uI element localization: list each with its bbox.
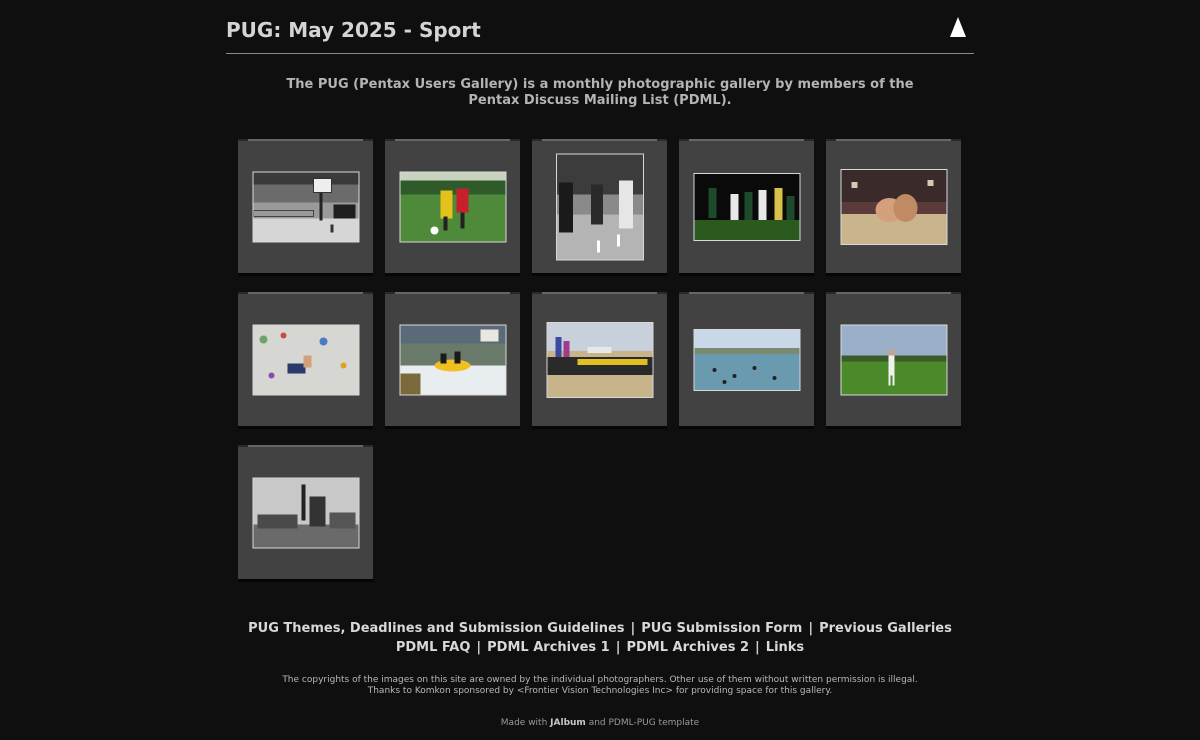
thumbnail-football[interactable] bbox=[679, 139, 814, 276]
industrial-landscape-photo bbox=[252, 477, 359, 549]
link-links[interactable]: Links bbox=[766, 640, 804, 655]
link-themes-guidelines[interactable]: PUG Themes, Deadlines and Submission Gui… bbox=[248, 621, 624, 636]
open-water-swimming-photo bbox=[693, 329, 800, 391]
running-race-photo bbox=[555, 153, 644, 261]
copyright-notice: The copyrights of the images on this sit… bbox=[226, 675, 974, 697]
footer-nav: PUG Themes, Deadlines and Submission Gui… bbox=[226, 619, 974, 657]
link-submission-form[interactable]: PUG Submission Form bbox=[641, 621, 802, 636]
thumbnail-swimming[interactable] bbox=[679, 292, 814, 429]
page-title: PUG: May 2025 - Sport bbox=[226, 18, 481, 42]
separator: | bbox=[476, 640, 482, 655]
copyright-line-1: The copyrights of the images on this sit… bbox=[282, 675, 918, 685]
soccer-photo bbox=[399, 171, 506, 243]
made-with-suffix: and PDML-PUG template bbox=[588, 718, 700, 728]
whitewater-rafting-photo bbox=[399, 324, 506, 396]
separator: | bbox=[630, 621, 636, 636]
thumbnail-grid bbox=[238, 139, 968, 589]
intro-line-2: Pentax Discuss Mailing List (PDML). bbox=[468, 93, 732, 108]
link-pdml-archives-2[interactable]: PDML Archives 2 bbox=[626, 640, 749, 655]
up-arrow-icon[interactable] bbox=[950, 17, 966, 37]
footer-nav-line-1: PUG Themes, Deadlines and Submission Gui… bbox=[226, 619, 974, 638]
page: PUG: May 2025 - Sport The PUG (Pentax Us… bbox=[226, 0, 974, 728]
thumbnail-race-start[interactable] bbox=[532, 292, 667, 429]
basketball-hoop-photo bbox=[252, 171, 359, 243]
thumbnail-basketball[interactable] bbox=[238, 139, 373, 276]
copyright-line-2: Thanks to Komkon sponsored by <Frontier … bbox=[367, 686, 833, 696]
thumbnail-soccer[interactable] bbox=[385, 139, 520, 276]
separator: | bbox=[808, 621, 814, 636]
made-with: Made with JAlbum and PDML-PUG template bbox=[226, 718, 974, 728]
link-pdml-archives-1[interactable]: PDML Archives 1 bbox=[487, 640, 610, 655]
climbing-wall-photo bbox=[252, 324, 359, 396]
sumo-wrestling-photo bbox=[840, 169, 947, 245]
thumbnail-sumo[interactable] bbox=[826, 139, 961, 276]
jalbum-link[interactable]: JAlbum bbox=[550, 718, 586, 728]
thumbnail-rafting[interactable] bbox=[385, 292, 520, 429]
separator: | bbox=[615, 640, 621, 655]
intro: The PUG (Pentax Users Gallery) is a mont… bbox=[276, 77, 924, 109]
thumbnail-industrial[interactable] bbox=[238, 445, 373, 582]
separator: | bbox=[755, 640, 760, 655]
walker-on-field-photo bbox=[840, 324, 947, 396]
link-pdml-faq[interactable]: PDML FAQ bbox=[396, 640, 471, 655]
made-with-prefix: Made with bbox=[500, 718, 548, 728]
link-previous-galleries[interactable]: Previous Galleries bbox=[819, 621, 952, 636]
thumbnail-climbing[interactable] bbox=[238, 292, 373, 429]
american-football-photo bbox=[693, 173, 800, 241]
intro-line-1: The PUG (Pentax Users Gallery) is a mont… bbox=[286, 77, 914, 92]
thumbnail-running[interactable] bbox=[532, 139, 667, 276]
thumbnail-walker[interactable] bbox=[826, 292, 961, 429]
footer-nav-line-2: PDML FAQ | PDML Archives 1 | PDML Archives 2… bbox=[226, 638, 974, 657]
crowd-race-start-photo bbox=[546, 322, 653, 398]
header: PUG: May 2025 - Sport bbox=[226, 0, 974, 54]
